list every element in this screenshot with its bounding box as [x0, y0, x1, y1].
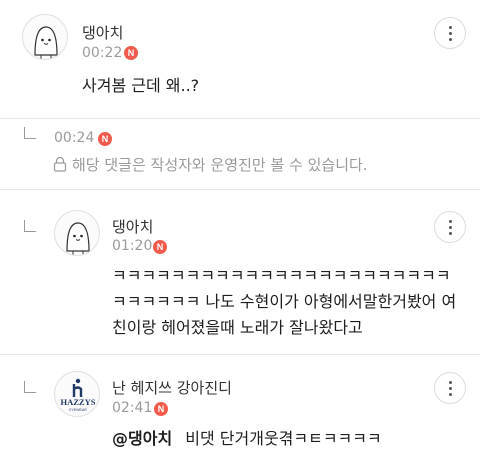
comment-author[interactable]: 난 헤지쓰 강아진디 [112, 377, 232, 398]
comment-body: @댕아치 비댓 단거개웃겪ㅋㅌㅋㅋㅋㅋ [112, 425, 382, 453]
avatar[interactable]: HAZZYS EYEWEAR [54, 371, 100, 417]
new-badge: N [153, 240, 167, 254]
ghost-avatar-icon [34, 26, 58, 59]
comment-text-line-2: ㅋㅋㅋㅋㅋㅋ 나도 수현이가 아형에서말한거봤어 여 [112, 292, 457, 311]
comment-text: 비댓 단거개웃겪ㅋㅌㅋㅋㅋㅋ [185, 429, 382, 448]
comment-time: 00:24 [54, 130, 95, 146]
new-badge: N [98, 132, 112, 146]
avatar[interactable] [22, 14, 68, 60]
more-options-button[interactable] [434, 372, 466, 404]
hazzys-logo-icon: HAZZYS EYEWEAR [61, 378, 96, 412]
reply-arrow-icon [24, 381, 36, 393]
comment-time: 01:20 [112, 238, 153, 254]
reply-arrow-icon [24, 220, 36, 232]
ghost-avatar-icon [66, 222, 90, 255]
new-badge: N [154, 402, 168, 416]
comment-text: 사겨봄 근데 왜..? [82, 76, 200, 95]
comment-text-line-1: ㅋㅋㅋㅋㅋㅋㅋㅋㅋㅋㅋㅋㅋㅋㅋㅋㅋㅋㅋㅋㅋㅋㅋ [112, 266, 451, 285]
avatar[interactable] [54, 210, 100, 256]
comment-4: HAZZYS EYEWEAR 난 헤지쓰 강아진디 02:41 N @댕아치 비… [0, 355, 480, 466]
reply-arrow-icon [24, 127, 36, 139]
lock-icon [53, 156, 67, 172]
comment-2: 00:24 N 해당 댓글은 작성자와 운영진만 볼 수 있습니다. [0, 119, 480, 189]
comment-time: 02:41 [112, 400, 153, 416]
mention-link[interactable]: @댕아치 [112, 429, 172, 448]
comment-1: 댕아치 00:22 N 사겨봄 근데 왜..? [0, 0, 480, 118]
hidden-comment-notice: 해당 댓글은 작성자와 운영진만 볼 수 있습니다. [72, 156, 368, 174]
comment-author[interactable]: 댕아치 [112, 216, 153, 237]
comment-3: 댕아치 01:20 N ㅋㅋㅋㅋㅋㅋㅋㅋㅋㅋㅋㅋㅋㅋㅋㅋㅋㅋㅋㅋㅋㅋㅋ ㅋㅋㅋㅋ… [0, 190, 480, 354]
comment-time: 00:22 [82, 45, 123, 61]
more-options-button[interactable] [434, 211, 466, 243]
comment-author[interactable]: 댕아치 [82, 22, 123, 43]
more-options-button[interactable] [434, 17, 466, 49]
brand-subtext: EYEWEAR [69, 408, 87, 412]
brand-text: HAZZYS [61, 397, 96, 407]
comment-text-line-3: 친이랑 헤어졌을때 노래가 잘나왔다고 [112, 318, 363, 337]
new-badge: N [124, 46, 138, 60]
